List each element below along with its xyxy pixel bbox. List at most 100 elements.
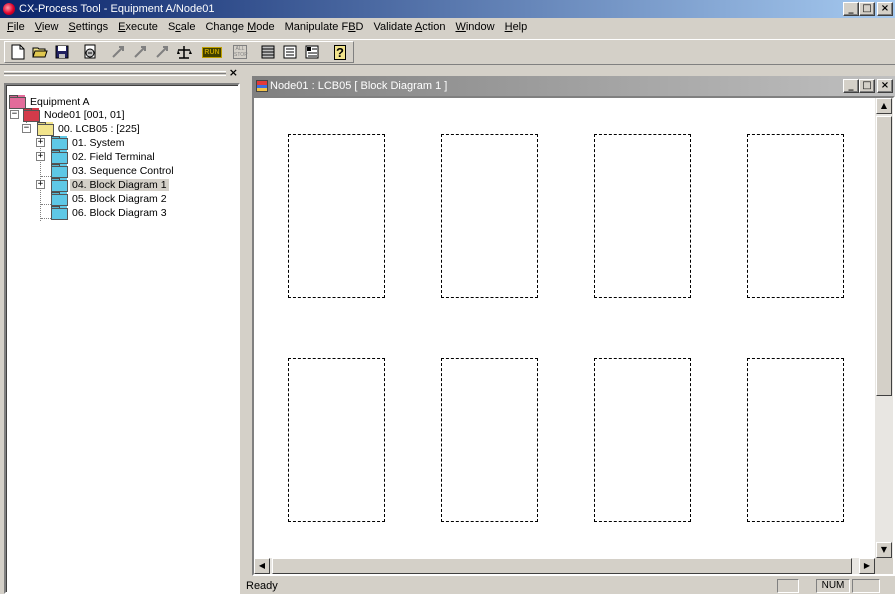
- child-minimize-button[interactable]: _: [843, 79, 859, 93]
- block-diagram-icon[interactable]: [256, 80, 268, 92]
- maximize-button[interactable]: □: [859, 2, 875, 16]
- scroll-right-button[interactable]: ▶: [859, 558, 875, 574]
- scroll-left-button[interactable]: ◀: [254, 558, 270, 574]
- pane-grip-lines: [4, 71, 226, 76]
- save-icon[interactable]: [52, 43, 72, 61]
- pane-grip[interactable]: ×: [4, 66, 240, 80]
- block-diagram-canvas[interactable]: [254, 98, 875, 558]
- tree-item-block-diagram-3[interactable]: 06. Block Diagram 3: [51, 206, 169, 220]
- folder-icon: [23, 108, 40, 122]
- function-block-placeholder[interactable]: [288, 358, 385, 522]
- app-icon[interactable]: [3, 3, 15, 15]
- tree-item-sequence-control[interactable]: 03. Sequence Control: [51, 164, 176, 178]
- tree-item-node01[interactable]: Node01 [001, 01]: [23, 108, 127, 122]
- status-panel-num: NUM: [816, 579, 850, 593]
- folder-icon: [51, 164, 68, 178]
- vertical-scroll-thumb[interactable]: [876, 116, 892, 396]
- validate-icon[interactable]: [174, 43, 194, 61]
- menu-file-post: ile: [13, 21, 25, 33]
- menu-manipulate-fbd[interactable]: Manipulate FBD: [280, 19, 369, 36]
- status-panel-empty: [777, 579, 799, 593]
- collapse-icon[interactable]: −: [22, 124, 31, 133]
- folder-icon: [51, 150, 68, 164]
- function-block-placeholder[interactable]: [441, 134, 538, 298]
- close-button[interactable]: ×: [877, 2, 893, 16]
- child-titlebar[interactable]: Node01 : LCB05 [ Block Diagram 1 ] _ □ ×: [252, 76, 895, 96]
- menu-validate-action-pre: Validate: [373, 21, 415, 33]
- scroll-up-button[interactable]: ▲: [876, 98, 892, 114]
- menu-manipulate-fbd-pre: Manipulate F: [284, 21, 349, 33]
- menu-change-mode[interactable]: Change Mode: [200, 19, 279, 36]
- open-folder-icon: [51, 178, 68, 192]
- block-diagram-window: Node01 : LCB05 [ Block Diagram 1 ] _ □ ×…: [252, 76, 895, 576]
- toolbar: RUN ALL STOP ?: [0, 39, 895, 65]
- scroll-down-button[interactable]: ▼: [876, 542, 892, 558]
- collapse-icon[interactable]: −: [10, 110, 19, 119]
- expand-icon[interactable]: +: [36, 152, 45, 161]
- tree-connector: [41, 176, 51, 177]
- tree-item-label: Node01 [001, 01]: [44, 109, 125, 121]
- menu-settings-post: ettings: [75, 21, 109, 33]
- status-bar: Ready NUM: [244, 578, 895, 594]
- run-icon[interactable]: RUN: [202, 43, 222, 61]
- help-icon[interactable]: ?: [330, 43, 350, 61]
- menu-file[interactable]: File: [2, 19, 30, 36]
- block-view-icon[interactable]: [258, 43, 278, 61]
- function-block-placeholder[interactable]: [594, 358, 691, 522]
- function-block-placeholder[interactable]: [747, 358, 844, 522]
- menu-execute[interactable]: Execute: [113, 19, 163, 36]
- tree-item-block-diagram-1[interactable]: 04. Block Diagram 1: [51, 178, 169, 192]
- tag-icon[interactable]: [302, 43, 322, 61]
- function-block-placeholder[interactable]: [441, 358, 538, 522]
- tree-connector: [41, 218, 51, 219]
- menu-help-key: H: [504, 21, 513, 33]
- open-folder-icon[interactable]: [30, 43, 50, 61]
- menu-settings-key: S: [68, 21, 76, 33]
- all-stop-icon[interactable]: ALL STOP: [230, 43, 250, 61]
- transfer-up-icon[interactable]: [108, 43, 128, 61]
- tree-item-equipment[interactable]: Equipment A: [9, 95, 92, 109]
- expand-icon[interactable]: +: [36, 180, 45, 189]
- menu-view-post: iew: [41, 21, 59, 33]
- menu-settings[interactable]: Settings: [63, 19, 113, 36]
- menu-execute-post: xecute: [125, 21, 158, 33]
- tree-item-lcb05[interactable]: 00. LCB05 : [225]: [37, 122, 142, 136]
- function-block-placeholder[interactable]: [747, 134, 844, 298]
- horizontal-scrollbar[interactable]: ◀ ▶: [254, 558, 875, 574]
- properties-icon[interactable]: [80, 43, 100, 61]
- function-block-placeholder[interactable]: [288, 134, 385, 298]
- menu-scale[interactable]: Scale: [163, 19, 201, 36]
- pane-close-button[interactable]: ×: [229, 66, 238, 79]
- menu-window[interactable]: Window: [450, 19, 499, 36]
- transfer-down-icon[interactable]: [152, 43, 172, 61]
- project-tree[interactable]: Equipment A − Node01 [001, 01] − 00. LCB…: [4, 83, 240, 594]
- tree-item-system[interactable]: 01. System: [51, 136, 127, 150]
- menu-help[interactable]: Help: [500, 19, 533, 36]
- menu-view-key: V: [34, 21, 42, 33]
- menu-window-post: indow: [465, 21, 495, 33]
- horizontal-scroll-thumb[interactable]: [272, 558, 852, 574]
- menu-help-post: elp: [512, 21, 528, 33]
- folder-icon: [9, 95, 26, 109]
- minimize-button[interactable]: _: [843, 2, 859, 16]
- menu-view[interactable]: View: [30, 19, 64, 36]
- transfer-right-icon[interactable]: [130, 43, 150, 61]
- vertical-scrollbar[interactable]: ▲ ▼: [875, 98, 893, 558]
- menu-change-mode-key: M: [247, 21, 257, 33]
- child-close-button[interactable]: ×: [877, 79, 893, 93]
- child-maximize-button[interactable]: □: [859, 79, 875, 93]
- resize-grip-icon[interactable]: [875, 558, 893, 574]
- block-list-icon[interactable]: [280, 43, 300, 61]
- menu-validate-action[interactable]: Validate Action: [368, 19, 450, 36]
- function-block-placeholder[interactable]: [594, 134, 691, 298]
- project-tree-pane: × Equipment A − Node01 [001, 01] − 00. L…: [0, 66, 244, 594]
- menu-bar: File View Settings Execute Scale Change …: [0, 18, 895, 37]
- tree-item-label: 04. Block Diagram 1: [70, 179, 169, 191]
- tree-item-field-terminal[interactable]: 02. Field Terminal: [51, 150, 157, 164]
- expand-icon[interactable]: +: [36, 138, 45, 147]
- app-titlebar[interactable]: CX-Process Tool - Equipment A/Node01 _ □…: [0, 0, 895, 18]
- new-file-icon[interactable]: [8, 43, 28, 61]
- tree-item-block-diagram-2[interactable]: 05. Block Diagram 2: [51, 192, 169, 206]
- menu-change-mode-post: ode: [256, 21, 275, 33]
- all-stop-glyph: ALL STOP: [233, 45, 248, 59]
